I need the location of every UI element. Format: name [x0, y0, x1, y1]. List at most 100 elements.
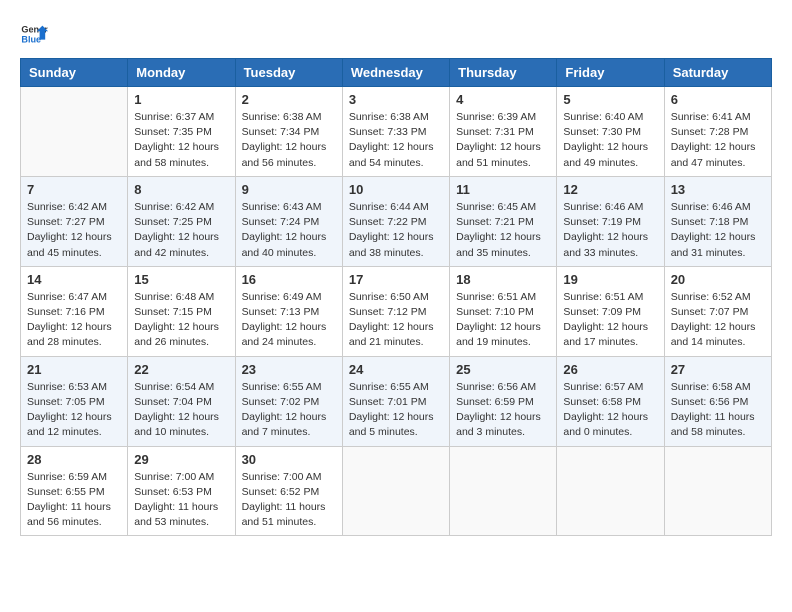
day-header-saturday: Saturday — [664, 59, 771, 87]
calendar-cell: 18 Sunrise: 6:51 AM Sunset: 7:10 PM Dayli… — [450, 266, 557, 356]
calendar-cell: 9Sunrise: 6:43 AM Sunset: 7:24 PM Daylig… — [235, 176, 342, 266]
calendar-cell: 22 Sunrise: 6:54 AM Sunset: 7:04 PM Dayli… — [128, 356, 235, 446]
day-number: 26 — [563, 362, 657, 377]
calendar-cell: 3 Sunrise: 6:38 AM Sunset: 7:33 PM Daylig… — [342, 87, 449, 177]
day-number: 29 — [134, 452, 228, 467]
day-number: 2 — [242, 92, 336, 107]
day-info: Sunrise: 6:50 AM Sunset: 7:12 PM Dayligh… — [349, 290, 443, 351]
day-info: Sunrise: 6:42 AM Sunset: 7:27 PM Dayligh… — [27, 200, 121, 261]
day-info: Sunrise: 6:37 AM Sunset: 7:35 PM Dayligh… — [134, 110, 228, 171]
calendar-body: 1 Sunrise: 6:37 AM Sunset: 7:35 PM Daylig… — [21, 87, 772, 536]
calendar-cell: 21 Sunrise: 6:53 AM Sunset: 7:05 PM Dayli… — [21, 356, 128, 446]
day-number: 28 — [27, 452, 121, 467]
day-header-tuesday: Tuesday — [235, 59, 342, 87]
calendar-cell: 4 Sunrise: 6:39 AM Sunset: 7:31 PM Daylig… — [450, 87, 557, 177]
calendar-cell: 13 Sunrise: 6:46 AM Sunset: 7:18 PM Dayli… — [664, 176, 771, 266]
day-info: Sunrise: 6:43 AM Sunset: 7:24 PM Dayligh… — [242, 200, 336, 261]
calendar-cell: 5 Sunrise: 6:40 AM Sunset: 7:30 PM Daylig… — [557, 87, 664, 177]
day-info: Sunrise: 6:57 AM Sunset: 6:58 PM Dayligh… — [563, 380, 657, 441]
day-number: 24 — [349, 362, 443, 377]
day-info: Sunrise: 6:41 AM Sunset: 7:28 PM Dayligh… — [671, 110, 765, 171]
day-number: 5 — [563, 92, 657, 107]
day-info: Sunrise: 6:55 AM Sunset: 7:02 PM Dayligh… — [242, 380, 336, 441]
day-number: 20 — [671, 272, 765, 287]
day-info: Sunrise: 6:59 AM Sunset: 6:55 PM Dayligh… — [27, 470, 121, 531]
day-info: Sunrise: 6:58 AM Sunset: 6:56 PM Dayligh… — [671, 380, 765, 441]
calendar-cell: 30 Sunrise: 7:00 AM Sunset: 6:52 PM Dayli… — [235, 446, 342, 536]
day-info: Sunrise: 6:40 AM Sunset: 7:30 PM Dayligh… — [563, 110, 657, 171]
week-row-1: 1 Sunrise: 6:37 AM Sunset: 7:35 PM Daylig… — [21, 87, 772, 177]
day-header-wednesday: Wednesday — [342, 59, 449, 87]
calendar-cell: 10Sunrise: 6:44 AM Sunset: 7:22 PM Dayli… — [342, 176, 449, 266]
day-number: 19 — [563, 272, 657, 287]
day-info: Sunrise: 6:46 AM Sunset: 7:19 PM Dayligh… — [563, 200, 657, 261]
day-number: 13 — [671, 182, 765, 197]
calendar-cell — [557, 446, 664, 536]
day-number: 16 — [242, 272, 336, 287]
calendar-cell — [21, 87, 128, 177]
day-info: Sunrise: 6:52 AM Sunset: 7:07 PM Dayligh… — [671, 290, 765, 351]
day-number: 22 — [134, 362, 228, 377]
calendar-cell — [450, 446, 557, 536]
day-info: Sunrise: 6:51 AM Sunset: 7:09 PM Dayligh… — [563, 290, 657, 351]
day-number: 30 — [242, 452, 336, 467]
day-number: 18 — [456, 272, 550, 287]
day-number: 6 — [671, 92, 765, 107]
day-info: Sunrise: 6:48 AM Sunset: 7:15 PM Dayligh… — [134, 290, 228, 351]
day-number: 12 — [563, 182, 657, 197]
day-info: Sunrise: 7:00 AM Sunset: 6:53 PM Dayligh… — [134, 470, 228, 531]
day-info: Sunrise: 6:39 AM Sunset: 7:31 PM Dayligh… — [456, 110, 550, 171]
day-info: Sunrise: 6:47 AM Sunset: 7:16 PM Dayligh… — [27, 290, 121, 351]
day-info: Sunrise: 6:38 AM Sunset: 7:34 PM Dayligh… — [242, 110, 336, 171]
day-header-sunday: Sunday — [21, 59, 128, 87]
calendar-cell: 16 Sunrise: 6:49 AM Sunset: 7:13 PM Dayli… — [235, 266, 342, 356]
day-number: 25 — [456, 362, 550, 377]
week-row-5: 28 Sunrise: 6:59 AM Sunset: 6:55 PM Dayli… — [21, 446, 772, 536]
day-info: Sunrise: 6:53 AM Sunset: 7:05 PM Dayligh… — [27, 380, 121, 441]
day-number: 8 — [134, 182, 228, 197]
logo: General Blue — [20, 20, 48, 48]
calendar-cell: 27Sunrise: 6:58 AM Sunset: 6:56 PM Dayli… — [664, 356, 771, 446]
calendar-cell: 19 Sunrise: 6:51 AM Sunset: 7:09 PM Dayli… — [557, 266, 664, 356]
calendar-cell: 1 Sunrise: 6:37 AM Sunset: 7:35 PM Daylig… — [128, 87, 235, 177]
calendar-cell: 12 Sunrise: 6:46 AM Sunset: 7:19 PM Dayli… — [557, 176, 664, 266]
logo-icon: General Blue — [20, 20, 48, 48]
day-number: 4 — [456, 92, 550, 107]
week-row-2: 7Sunrise: 6:42 AM Sunset: 7:27 PM Daylig… — [21, 176, 772, 266]
calendar-cell: 6 Sunrise: 6:41 AM Sunset: 7:28 PM Daylig… — [664, 87, 771, 177]
day-info: Sunrise: 6:54 AM Sunset: 7:04 PM Dayligh… — [134, 380, 228, 441]
day-info: Sunrise: 6:38 AM Sunset: 7:33 PM Dayligh… — [349, 110, 443, 171]
calendar-header-row: SundayMondayTuesdayWednesdayThursdayFrid… — [21, 59, 772, 87]
day-header-friday: Friday — [557, 59, 664, 87]
calendar-cell: 15 Sunrise: 6:48 AM Sunset: 7:15 PM Dayli… — [128, 266, 235, 356]
day-info: Sunrise: 6:45 AM Sunset: 7:21 PM Dayligh… — [456, 200, 550, 261]
day-number: 15 — [134, 272, 228, 287]
calendar-cell: 20 Sunrise: 6:52 AM Sunset: 7:07 PM Dayli… — [664, 266, 771, 356]
day-info: Sunrise: 6:56 AM Sunset: 6:59 PM Dayligh… — [456, 380, 550, 441]
day-number: 14 — [27, 272, 121, 287]
day-number: 1 — [134, 92, 228, 107]
calendar-cell: 24Sunrise: 6:55 AM Sunset: 7:01 PM Dayli… — [342, 356, 449, 446]
calendar-cell: 26 Sunrise: 6:57 AM Sunset: 6:58 PM Dayli… — [557, 356, 664, 446]
day-info: Sunrise: 6:46 AM Sunset: 7:18 PM Dayligh… — [671, 200, 765, 261]
day-header-monday: Monday — [128, 59, 235, 87]
calendar-cell: 2 Sunrise: 6:38 AM Sunset: 7:34 PM Daylig… — [235, 87, 342, 177]
header: General Blue — [20, 20, 772, 48]
svg-text:Blue: Blue — [21, 34, 41, 44]
week-row-4: 21 Sunrise: 6:53 AM Sunset: 7:05 PM Dayli… — [21, 356, 772, 446]
week-row-3: 14 Sunrise: 6:47 AM Sunset: 7:16 PM Dayli… — [21, 266, 772, 356]
calendar-cell: 29 Sunrise: 7:00 AM Sunset: 6:53 PM Dayli… — [128, 446, 235, 536]
calendar-cell: 11 Sunrise: 6:45 AM Sunset: 7:21 PM Dayli… — [450, 176, 557, 266]
day-number: 10 — [349, 182, 443, 197]
calendar-cell: 25 Sunrise: 6:56 AM Sunset: 6:59 PM Dayli… — [450, 356, 557, 446]
day-number: 21 — [27, 362, 121, 377]
calendar-cell — [664, 446, 771, 536]
day-info: Sunrise: 6:49 AM Sunset: 7:13 PM Dayligh… — [242, 290, 336, 351]
day-header-thursday: Thursday — [450, 59, 557, 87]
calendar-cell: 14 Sunrise: 6:47 AM Sunset: 7:16 PM Dayli… — [21, 266, 128, 356]
day-info: Sunrise: 7:00 AM Sunset: 6:52 PM Dayligh… — [242, 470, 336, 531]
calendar-cell — [342, 446, 449, 536]
day-number: 3 — [349, 92, 443, 107]
day-info: Sunrise: 6:51 AM Sunset: 7:10 PM Dayligh… — [456, 290, 550, 351]
day-number: 11 — [456, 182, 550, 197]
